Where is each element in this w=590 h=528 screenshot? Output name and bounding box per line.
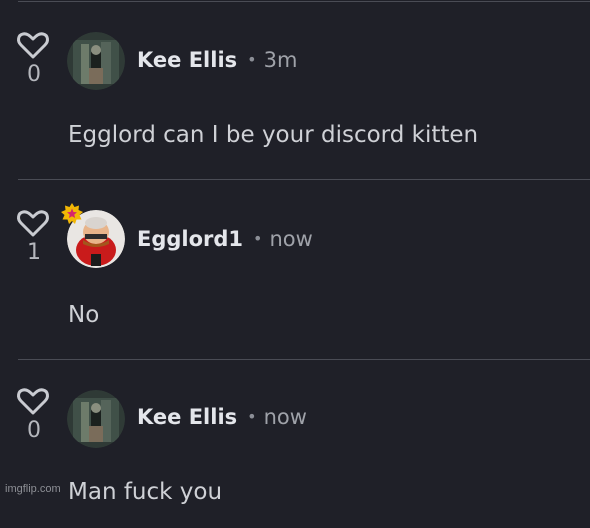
star-badge-icon bbox=[61, 203, 83, 224]
vote-control: 1 bbox=[16, 208, 52, 265]
vote-control: 0 bbox=[16, 386, 52, 443]
meta-separator: • bbox=[247, 50, 257, 69]
vote-count: 0 bbox=[27, 62, 41, 87]
comment-text: No bbox=[68, 302, 100, 328]
comment-item: 0 Kee Ellis • now Man fuck you bbox=[0, 358, 590, 528]
username-link[interactable]: Egglord1 bbox=[137, 227, 243, 251]
username-link[interactable]: Kee Ellis bbox=[137, 48, 237, 72]
meta-separator: • bbox=[253, 229, 263, 248]
comment-time: now bbox=[269, 227, 313, 251]
comment-time: 3m bbox=[263, 48, 298, 72]
comment-meta: Kee Ellis • now bbox=[137, 405, 307, 429]
vote-count: 1 bbox=[27, 240, 41, 265]
heart-icon[interactable] bbox=[16, 386, 50, 416]
comment-text: Man fuck you bbox=[68, 479, 223, 505]
avatar[interactable] bbox=[67, 390, 125, 448]
heart-icon[interactable] bbox=[16, 30, 50, 60]
heart-icon[interactable] bbox=[16, 208, 50, 238]
comment-meta: Egglord1 • now bbox=[137, 227, 313, 251]
comment-meta: Kee Ellis • 3m bbox=[137, 48, 297, 72]
meta-separator: • bbox=[247, 407, 257, 426]
vote-control: 0 bbox=[16, 30, 52, 87]
watermark: imgflip.com bbox=[5, 483, 61, 495]
comment-item: 0 Kee Ellis • 3m Egglord can I be your dis… bbox=[0, 0, 590, 170]
comment-text: Egglord can I be your discord kitten bbox=[68, 122, 479, 148]
username-link[interactable]: Kee Ellis bbox=[137, 405, 237, 429]
comment-time: now bbox=[263, 405, 307, 429]
comment-item: 1 Egglord1 • now No bbox=[0, 178, 590, 348]
avatar[interactable] bbox=[67, 32, 125, 90]
vote-count: 0 bbox=[27, 418, 41, 443]
